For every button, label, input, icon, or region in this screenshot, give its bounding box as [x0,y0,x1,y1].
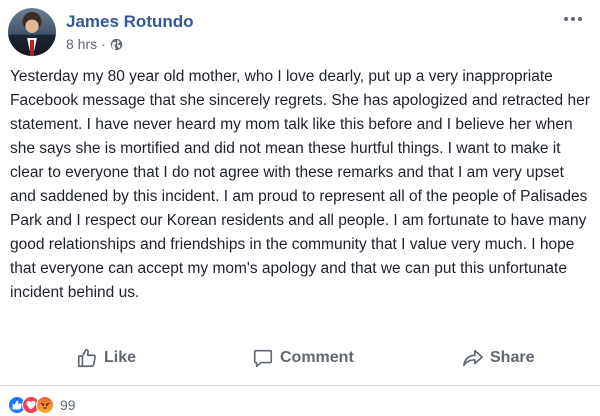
comment-button[interactable]: Comment [252,340,354,376]
angry-reaction-icon [36,396,54,414]
globe-icon[interactable] [110,38,123,51]
post-timestamp[interactable]: 8 hrs [66,36,97,52]
like-label: Like [104,349,137,366]
divider [0,385,600,386]
post-meta: 8 hrs · [66,36,123,52]
post-header: James Rotundo 8 hrs · [8,8,592,60]
share-label: Share [490,349,535,366]
like-button[interactable]: Like [76,340,136,376]
meta-separator: · [101,36,106,52]
author-name[interactable]: James Rotundo [66,12,194,32]
share-arrow-icon [463,349,483,367]
thumbs-up-icon [77,348,96,368]
reaction-count: 99 [60,397,76,413]
comment-label: Comment [280,349,354,366]
avatar[interactable] [8,8,56,56]
comment-icon [253,349,273,368]
post-body: Yesterday my 80 year old mother, who I l… [10,68,590,301]
reactions-summary[interactable]: 99 [8,395,76,415]
post-actions: Like Comment Share [0,340,600,376]
more-options-button[interactable] [564,14,586,24]
facebook-post: James Rotundo 8 hrs · Yesterday my 80 ye… [0,0,600,416]
share-button[interactable]: Share [462,340,534,376]
